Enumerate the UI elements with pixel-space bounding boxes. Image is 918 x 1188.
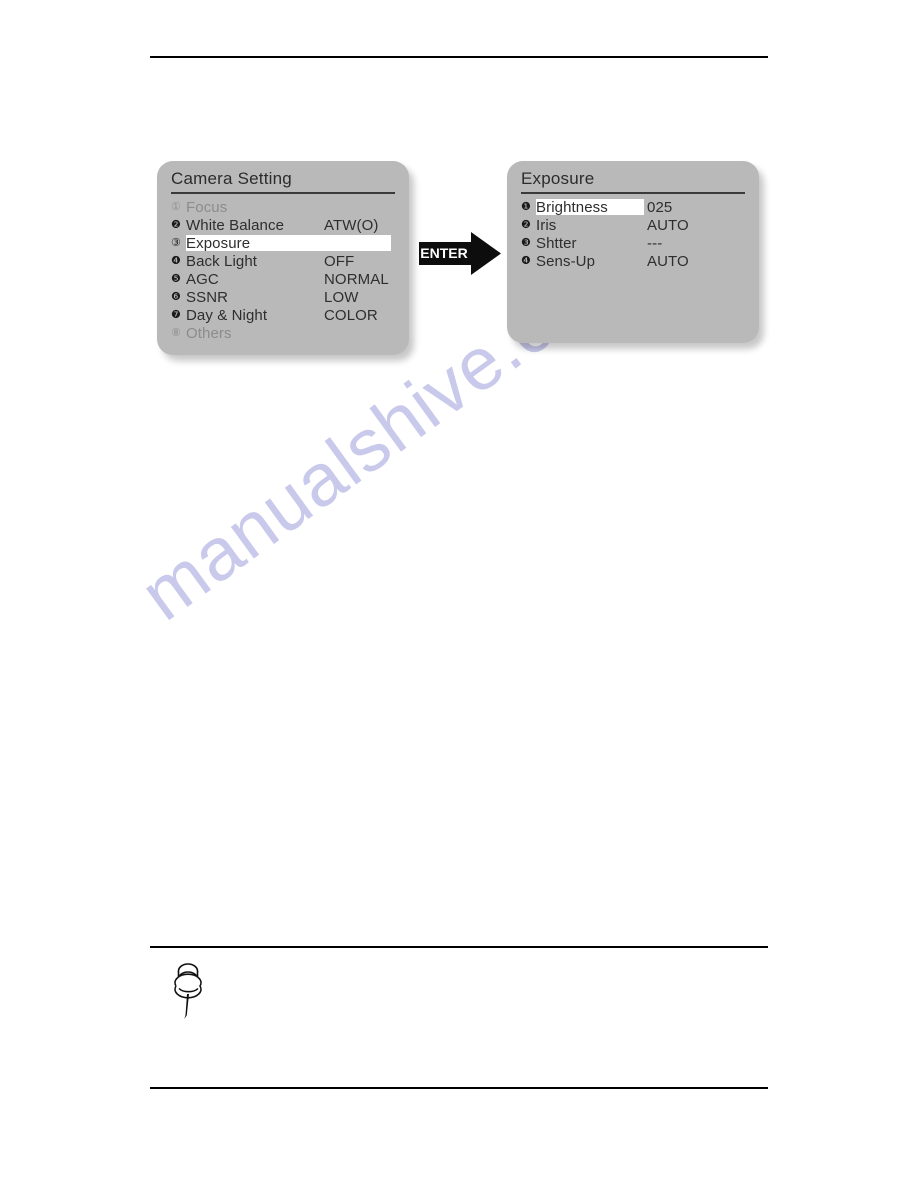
exposure-item-value[interactable]: AUTO xyxy=(647,253,689,270)
exposure-row-iris[interactable]: ❷ Iris AUTO xyxy=(507,216,759,234)
camera-setting-item-label: Focus xyxy=(186,198,228,216)
exposure-title: Exposure xyxy=(521,169,595,188)
exposure-item-label: Sens-Up xyxy=(536,252,596,270)
camera-setting-bullet-6-icon: ❻ xyxy=(171,290,181,303)
camera-setting-title: Camera Setting xyxy=(171,169,292,188)
camera-setting-item-label: SSNR xyxy=(186,288,229,306)
camera-setting-item-label: Others xyxy=(186,324,232,342)
camera-setting-bullet-2-icon: ❷ xyxy=(171,218,181,231)
camera-setting-item-label: Day & Night xyxy=(186,306,268,324)
exposure-item-value[interactable]: --- xyxy=(647,235,662,252)
camera-setting-bullet-3-icon: ③ xyxy=(171,236,181,249)
exposure-row-brightness[interactable]: ❶ Brightness 025 xyxy=(507,198,759,216)
exposure-bullet-1-icon: ❶ xyxy=(521,200,531,213)
enter-arrow-icon: ENTER xyxy=(419,232,501,275)
camera-setting-item-value[interactable]: LOW xyxy=(324,289,358,306)
exposure-bullet-3-icon: ❸ xyxy=(521,236,531,249)
camera-setting-item-value[interactable]: OFF xyxy=(324,253,354,270)
exposure-row-sens-up[interactable]: ❹ Sens-Up AUTO xyxy=(507,252,759,270)
camera-setting-menu-list: ① Focus ❷ White Balance ATW(O) ③ Exposure ❹ Back… xyxy=(157,198,409,342)
camera-setting-item-label: AGC xyxy=(186,270,219,288)
camera-setting-bullet-8-icon: ⑧ xyxy=(171,326,181,339)
camera-setting-title-rule xyxy=(171,192,395,194)
exposure-bullet-4-icon: ❹ xyxy=(521,254,531,267)
exposure-row-shtter[interactable]: ❸ Shtter --- xyxy=(507,234,759,252)
exposure-item-label: Brightness xyxy=(536,198,608,216)
camera-setting-item-value[interactable]: NORMAL xyxy=(324,271,389,288)
camera-setting-item-label: Exposure xyxy=(186,234,251,252)
camera-setting-row-white-balance[interactable]: ❷ White Balance ATW(O) xyxy=(157,216,409,234)
footer-rule xyxy=(150,1087,768,1089)
exposure-item-value[interactable]: 025 xyxy=(647,199,672,216)
camera-setting-item-value[interactable]: ATW(O) xyxy=(324,217,378,234)
exposure-title-rule xyxy=(521,192,745,194)
exposure-menu-panel: Exposure ❶ Brightness 025 ❷ Iris AUTO ❸ Shtter -… xyxy=(507,161,759,343)
exposure-item-value[interactable]: AUTO xyxy=(647,217,689,234)
camera-setting-item-value[interactable]: COLOR xyxy=(324,307,378,324)
camera-setting-bullet-4-icon: ❹ xyxy=(171,254,181,267)
pushpin-icon xyxy=(164,960,212,1022)
camera-setting-row-ssnr[interactable]: ❻ SSNR LOW xyxy=(157,288,409,306)
note-section-rule xyxy=(150,946,768,948)
camera-setting-item-label: Back Light xyxy=(186,252,258,270)
camera-setting-bullet-1-icon: ① xyxy=(171,200,181,213)
exposure-bullet-2-icon: ❷ xyxy=(521,218,531,231)
exposure-item-label: Iris xyxy=(536,216,557,234)
camera-setting-item-label: White Balance xyxy=(186,216,285,234)
camera-setting-row-focus[interactable]: ① Focus xyxy=(157,198,409,216)
camera-setting-bullet-5-icon: ❺ xyxy=(171,272,181,285)
camera-setting-menu-panel: Camera Setting ① Focus ❷ White Balance ATW(O… xyxy=(157,161,409,355)
camera-setting-row-others[interactable]: ⑧ Others xyxy=(157,324,409,342)
header-rule xyxy=(150,56,768,58)
camera-setting-row-exposure[interactable]: ③ Exposure xyxy=(157,234,409,252)
exposure-menu-list: ❶ Brightness 025 ❷ Iris AUTO ❸ Shtter --- ❹ Sens-U… xyxy=(507,198,759,270)
camera-setting-row-agc[interactable]: ❺ AGC NORMAL xyxy=(157,270,409,288)
camera-setting-row-day-night[interactable]: ❼ Day & Night COLOR xyxy=(157,306,409,324)
enter-arrow-label: ENTER xyxy=(420,245,467,261)
exposure-item-label: Shtter xyxy=(536,234,577,252)
camera-setting-bullet-7-icon: ❼ xyxy=(171,308,181,321)
camera-setting-row-back-light[interactable]: ❹ Back Light OFF xyxy=(157,252,409,270)
